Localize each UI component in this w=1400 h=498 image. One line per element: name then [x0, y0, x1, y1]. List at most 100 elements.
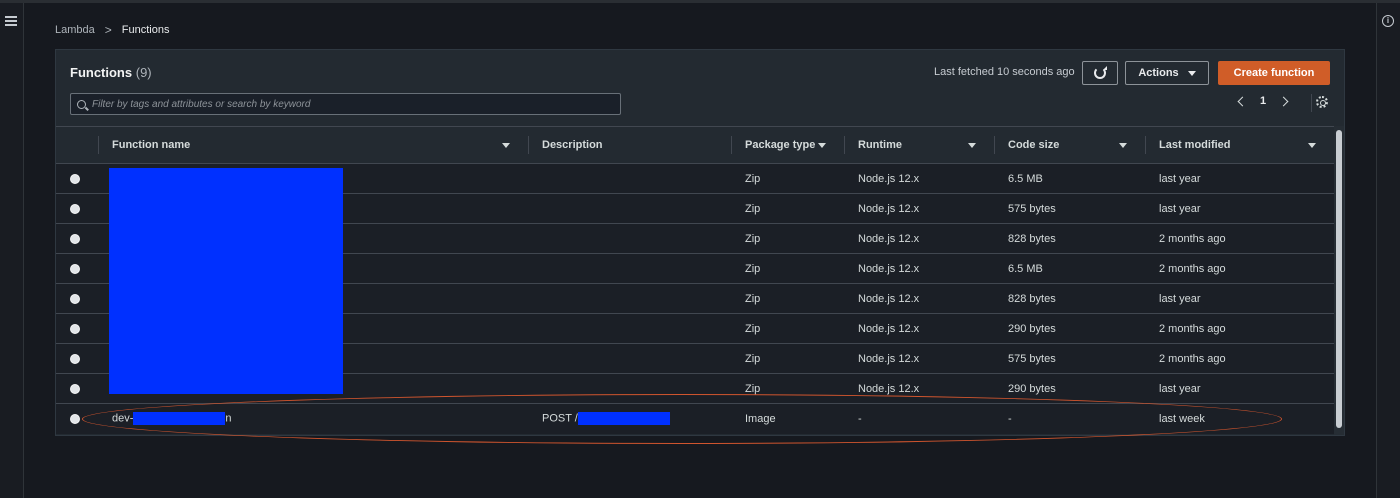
header-label: Last modified [1159, 139, 1231, 151]
redaction-box [577, 412, 670, 426]
cell-runtime: Node.js 12.x [858, 232, 920, 245]
sort-icon[interactable] [1119, 142, 1127, 148]
cell-code-size: - [1008, 412, 1012, 425]
create-function-button[interactable]: Create function [1218, 61, 1330, 85]
chevron-right-icon[interactable] [1278, 96, 1289, 106]
cell-description [528, 194, 731, 224]
cell-code-size: 828 bytes [1008, 292, 1056, 305]
panel-title-text: Functions [70, 65, 133, 80]
menu-icon[interactable] [5, 16, 17, 26]
cell-description [528, 254, 731, 284]
cell-last-modified: last year [1159, 202, 1201, 215]
cell-code-size: 828 bytes [1008, 232, 1056, 245]
cell-code-size: 6.5 MB [1008, 172, 1043, 185]
row-radio[interactable] [70, 353, 80, 364]
divider [1311, 94, 1312, 112]
page-number[interactable]: 1 [1260, 95, 1266, 107]
cell-description [528, 344, 731, 374]
sort-icon[interactable] [968, 142, 976, 148]
last-fetched-status: Last fetched 10 seconds ago [934, 66, 1075, 78]
cell-description [528, 284, 731, 314]
header-select [56, 127, 98, 164]
page-title: Functions (9) [70, 65, 152, 80]
header-label: Package type [745, 139, 816, 151]
search-icon [77, 99, 86, 109]
header-last-modified[interactable]: Last modified [1145, 127, 1334, 164]
function-count: (9) [135, 65, 152, 80]
cell-runtime: Node.js 12.x [858, 382, 920, 395]
cell-code-size: 575 bytes [1008, 202, 1056, 215]
cell-last-modified: last year [1159, 292, 1201, 305]
sort-icon[interactable] [1308, 142, 1316, 148]
search-input[interactable] [92, 98, 612, 110]
caret-down-icon [1187, 70, 1196, 76]
table-row[interactable]: dev-n POST / Image - - last week [56, 403, 1334, 434]
sort-icon[interactable] [818, 142, 826, 148]
refresh-button[interactable] [1082, 61, 1118, 85]
cell-description [528, 224, 731, 254]
right-tools-rail: i [1376, 3, 1400, 498]
cell-last-modified: 2 months ago [1159, 322, 1226, 335]
info-icon[interactable]: i [1382, 15, 1394, 27]
cell-runtime: Node.js 12.x [858, 202, 920, 215]
cell-last-modified: 2 months ago [1159, 262, 1226, 275]
row-radio[interactable] [70, 263, 80, 274]
header-label: Runtime [858, 139, 902, 151]
cell-description [528, 374, 731, 404]
breadcrumb-current: Functions [121, 24, 170, 36]
cell-package-type: Zip [745, 262, 761, 275]
cell-function-name[interactable]: dev-n [98, 404, 528, 434]
row-radio[interactable] [70, 413, 80, 424]
cell-package-type: Zip [745, 382, 761, 395]
row-radio[interactable] [70, 233, 80, 244]
vertical-scrollbar[interactable] [1334, 126, 1344, 435]
row-radio[interactable] [70, 323, 80, 334]
cell-last-modified: last year [1159, 382, 1201, 395]
chevron-left-icon[interactable] [1237, 96, 1248, 106]
header-label: Description [542, 139, 603, 151]
cell-runtime: Node.js 12.x [858, 262, 920, 275]
search-box [70, 93, 621, 115]
row-radio[interactable] [70, 293, 80, 304]
header-description: Description [528, 127, 731, 164]
gear-icon[interactable] [1316, 96, 1328, 108]
cell-last-modified: 2 months ago [1159, 352, 1226, 365]
row-radio[interactable] [70, 383, 80, 394]
actions-button[interactable]: Actions [1125, 61, 1209, 85]
left-nav-rail [0, 3, 24, 498]
cell-description: POST / [528, 404, 731, 434]
cell-last-modified: last year [1159, 172, 1201, 185]
scrollbar-thumb[interactable] [1336, 130, 1342, 428]
description-text: POST / [542, 412, 578, 425]
cell-package-type: Zip [745, 352, 761, 365]
chevron-right-icon: > [104, 23, 112, 37]
header-code-size[interactable]: Code size [994, 127, 1145, 164]
cell-last-modified: 2 months ago [1159, 232, 1226, 245]
actions-label: Actions [1138, 67, 1179, 79]
sort-icon[interactable] [502, 142, 510, 148]
cell-package-type: Zip [745, 292, 761, 305]
function-name-prefix: dev- [112, 412, 134, 425]
table-header-row: Function name Description Package type R… [56, 126, 1334, 164]
cell-package-type: Zip [745, 322, 761, 335]
cell-code-size: 290 bytes [1008, 322, 1056, 335]
cell-description [528, 314, 731, 344]
breadcrumb: Lambda > Functions [55, 23, 169, 37]
cell-runtime: - [858, 412, 862, 425]
cell-description [528, 164, 731, 194]
refresh-icon [1094, 66, 1107, 79]
row-radio[interactable] [70, 173, 80, 184]
header-package-type[interactable]: Package type [731, 127, 844, 164]
pagination: 1 [1237, 95, 1289, 107]
row-radio[interactable] [70, 203, 80, 214]
redaction-box [133, 412, 226, 426]
breadcrumb-lambda-link[interactable]: Lambda [55, 24, 95, 36]
cell-package-type: Zip [745, 202, 761, 215]
cell-runtime: Node.js 12.x [858, 292, 920, 305]
header-function-name[interactable]: Function name [98, 127, 528, 164]
header-runtime[interactable]: Runtime [844, 127, 994, 164]
cell-runtime: Node.js 12.x [858, 322, 920, 335]
cell-code-size: 575 bytes [1008, 352, 1056, 365]
header-label: Function name [112, 139, 191, 151]
cell-package-type: Zip [745, 232, 761, 245]
